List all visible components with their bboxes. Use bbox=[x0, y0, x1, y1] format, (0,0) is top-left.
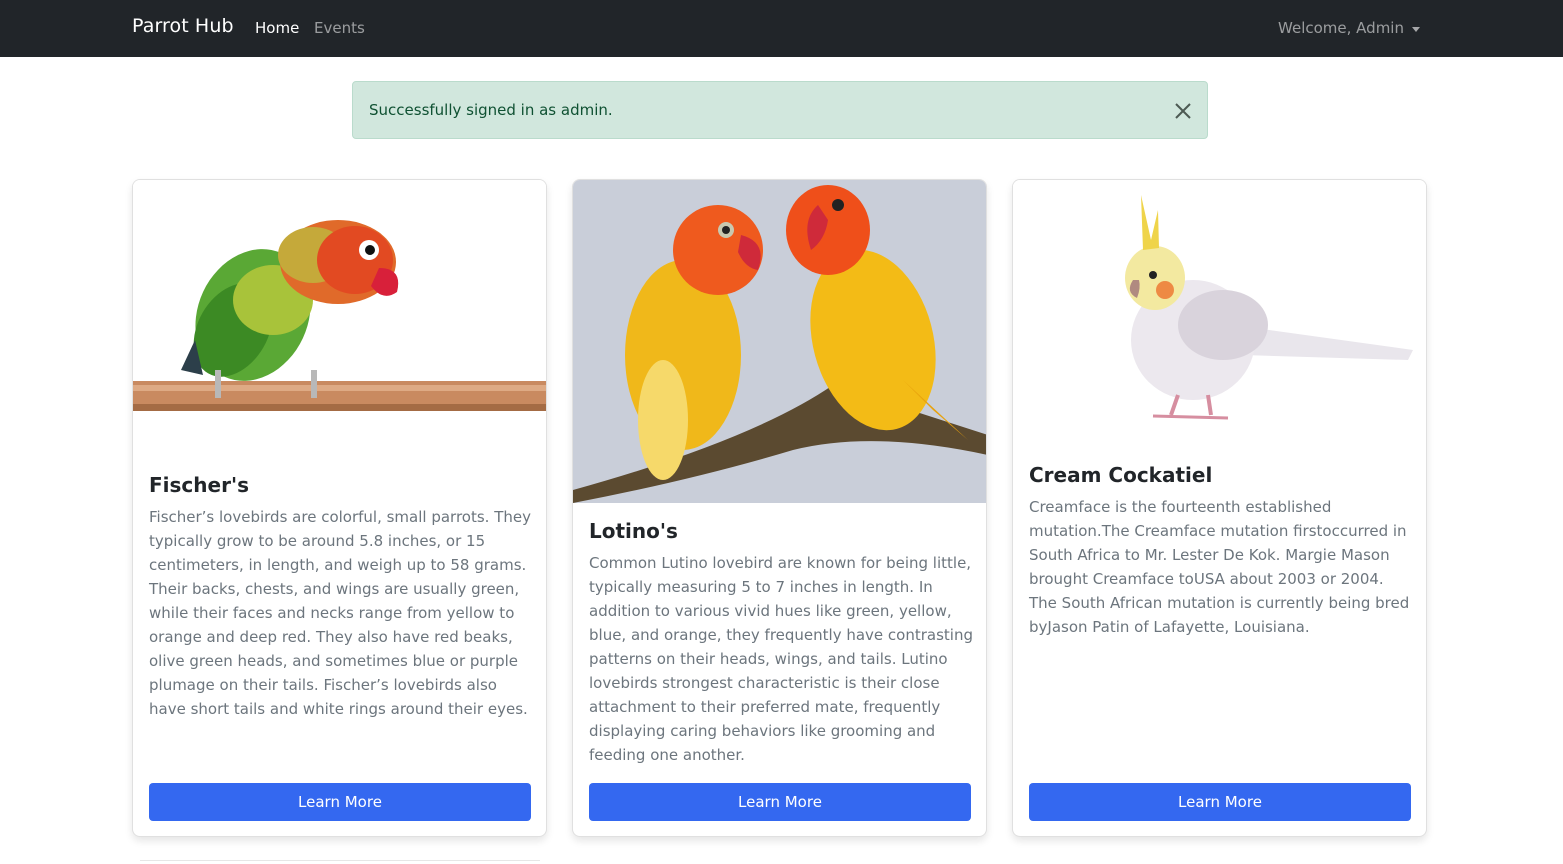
cream-cockatiel-image bbox=[1013, 180, 1426, 445]
nav-link-events[interactable]: Events bbox=[314, 19, 365, 37]
learn-more-button[interactable]: Learn More bbox=[1029, 783, 1411, 821]
alert-message: Successfully signed in as admin. bbox=[369, 101, 613, 119]
card-description: Creamface is the fourteenth established … bbox=[1029, 498, 1410, 636]
card-title: Lotino's bbox=[589, 519, 678, 543]
top-navbar: Parrot Hub Home Events Welcome, Admin bbox=[0, 0, 1563, 57]
card-title: Cream Cockatiel bbox=[1029, 463, 1213, 487]
parrot-card-cream-cockatiel: Cream Cockatiel Creamface is the fourtee… bbox=[1012, 179, 1427, 837]
lutino-lovebirds-image bbox=[573, 180, 986, 503]
brand-logo-text[interactable]: Parrot Hub bbox=[132, 15, 234, 37]
user-menu-label: Welcome, Admin bbox=[1278, 19, 1404, 37]
chevron-down-icon bbox=[1412, 26, 1420, 32]
parrot-card-lotinos: Lotino's Common Lutino lovebird are know… bbox=[572, 179, 987, 837]
fischers-lovebird-image bbox=[133, 180, 546, 457]
card-description: Fischer’s lovebirds are colorful, small … bbox=[149, 508, 531, 718]
user-menu-dropdown[interactable]: Welcome, Admin bbox=[1278, 19, 1420, 37]
next-card-row-edge bbox=[140, 860, 540, 864]
parrot-card-fischers: Fischer's Fischer’s lovebirds are colorf… bbox=[132, 179, 547, 837]
success-alert: Successfully signed in as admin. bbox=[352, 81, 1208, 139]
learn-more-button[interactable]: Learn More bbox=[149, 783, 531, 821]
card-title: Fischer's bbox=[149, 473, 249, 497]
nav-link-home[interactable]: Home bbox=[255, 19, 299, 37]
card-description: Common Lutino lovebird are known for bei… bbox=[589, 554, 973, 764]
close-icon[interactable] bbox=[1173, 101, 1193, 121]
learn-more-button[interactable]: Learn More bbox=[589, 783, 971, 821]
